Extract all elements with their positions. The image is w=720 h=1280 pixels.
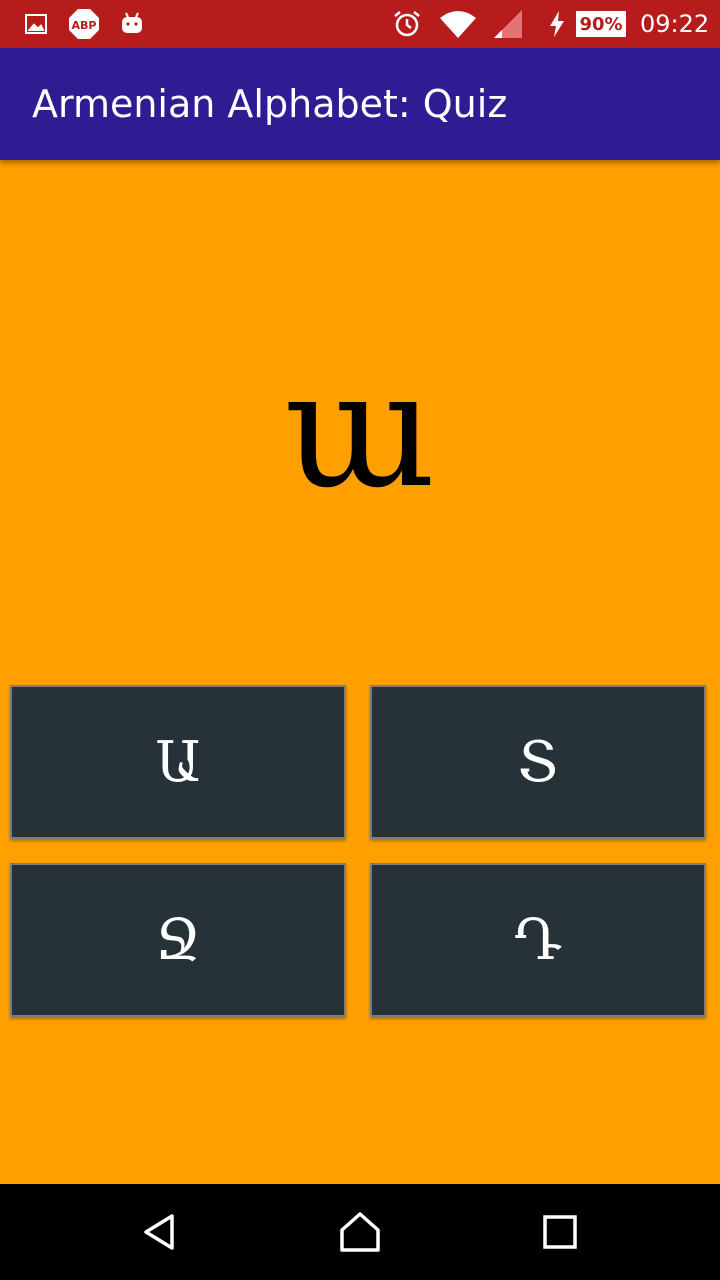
wifi-icon	[438, 0, 478, 48]
battery-level: 90%	[576, 11, 626, 37]
image-notification-icon	[24, 0, 48, 48]
android-notification-icon	[120, 0, 144, 48]
status-bar: ABP 90% 09:22	[0, 0, 720, 48]
abp-icon: ABP	[68, 0, 100, 48]
answer-button-3[interactable]: Ջ	[10, 863, 346, 1017]
answer-button-2[interactable]: Տ	[370, 685, 706, 839]
recents-icon[interactable]	[512, 1184, 608, 1280]
charging-icon	[548, 0, 566, 48]
app-bar: Armenian Alphabet: Quiz	[0, 48, 720, 160]
home-icon[interactable]	[312, 1184, 408, 1280]
quiz-letter: ա	[284, 336, 436, 523]
signal-icon	[492, 0, 524, 48]
svg-text:ABP: ABP	[72, 19, 97, 32]
answer-button-1[interactable]: Ա	[10, 685, 346, 839]
clock: 09:22	[640, 10, 710, 38]
page-title: Armenian Alphabet: Quiz	[32, 82, 508, 126]
back-icon[interactable]	[112, 1184, 208, 1280]
navigation-bar	[0, 1184, 720, 1280]
answer-button-4[interactable]: Դ	[370, 863, 706, 1017]
battery-indicator: 90%	[576, 0, 626, 48]
alarm-icon	[392, 0, 422, 48]
